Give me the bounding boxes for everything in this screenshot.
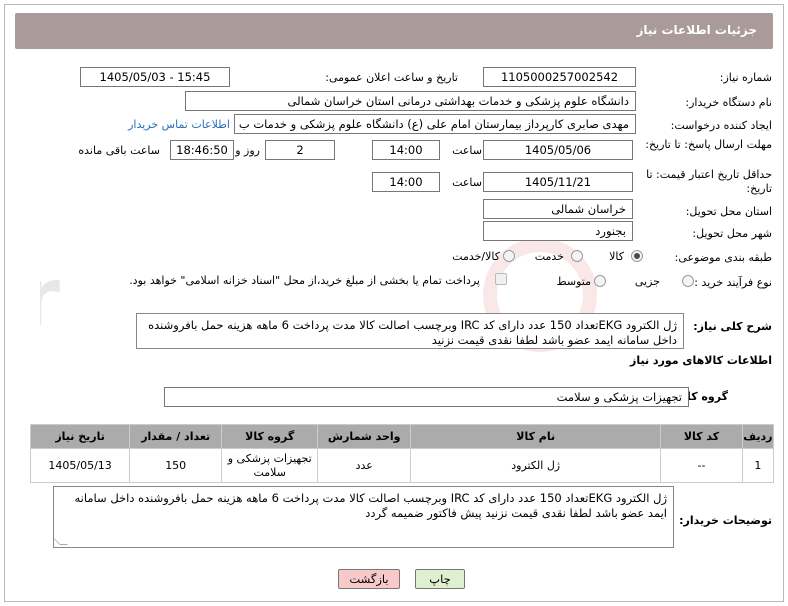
panel-header: جزئیات اطلاعات نیاز	[15, 13, 773, 49]
cell-qty: 150	[129, 448, 223, 483]
days-label: روز و	[235, 144, 260, 157]
process-option-medium: متوسط	[556, 275, 591, 288]
col-qty: تعداد / مقدار	[129, 424, 223, 449]
delivery-city-label: شهر محل تحویل:	[692, 227, 772, 240]
delivery-province-label: استان محل تحویل:	[685, 205, 772, 218]
process-option-minor: جزیی	[634, 275, 660, 288]
remaining-time: 18:46:50	[170, 140, 234, 160]
remaining-days: 2	[265, 140, 335, 160]
cell-name: ژل الکترود	[410, 448, 662, 483]
col-unit: واحد شمارش	[317, 424, 412, 449]
goods-section-title: اطلاعات کالاهای مورد نیاز	[630, 354, 772, 367]
buyer-org-field: دانشگاه علوم پزشکی و خدمات بهداشتی درمان…	[185, 91, 636, 111]
buyer-org-label: نام دستگاه خریدار:	[685, 96, 772, 109]
reply-deadline-time-label: ساعت	[452, 144, 482, 157]
col-date: تاریخ نیاز	[29, 424, 131, 449]
reply-deadline-date: 1405/05/06	[483, 140, 633, 160]
table-row: 1 -- ژل الکترود عدد تجهیزات پزشکی و سلام…	[29, 448, 775, 483]
treasury-payment-text: پرداخت تمام یا بخشی از مبلغ خرید،از محل …	[129, 274, 480, 287]
need-number-field: 1105000257002542	[483, 67, 636, 87]
col-name: نام کالا	[410, 424, 662, 449]
reply-deadline-time: 14:00	[372, 140, 440, 160]
price-validity-date: 1405/11/21	[483, 172, 633, 192]
cell-group: تجهیزات پزشکی و سلامت	[221, 448, 319, 483]
col-group: گروه کالا	[221, 424, 319, 449]
cell-date: 1405/05/13	[29, 448, 131, 483]
buyer-notes-text: ژل الکترود EKGتعداد 150 عدد دارای کد IRC…	[74, 491, 668, 520]
process-radio-minor[interactable]	[682, 275, 694, 287]
cell-code: --	[660, 448, 743, 483]
category-option-goods-service: کالا/خدمت	[452, 250, 500, 263]
purchase-process-label: نوع فرآیند خرید :	[694, 276, 772, 289]
general-desc-text: ژل الکترود EKGتعداد 150 عدد دارای کد IRC…	[148, 318, 677, 347]
col-code: کد کالا	[660, 424, 743, 449]
announce-datetime-field: 1405/05/03 - 15:45	[80, 67, 230, 87]
category-option-service: خدمت	[534, 250, 564, 263]
category-radio-goods-service[interactable]	[503, 250, 515, 262]
back-button[interactable]: بازگشت	[338, 569, 400, 589]
need-number-label: شماره نیاز:	[719, 71, 772, 84]
buyer-contact-link[interactable]: اطلاعات تماس خریدار	[128, 118, 230, 131]
process-radio-medium[interactable]	[594, 275, 606, 287]
reply-deadline-label: مهلت ارسال پاسخ: تا تاریخ:	[645, 138, 772, 151]
delivery-province-field: خراسان شمالی	[483, 199, 633, 219]
price-validity-time: 14:00	[372, 172, 440, 192]
category-label: طبقه بندی موضوعی:	[674, 251, 772, 264]
buyer-notes-label: توضیحات خریدار:	[679, 514, 772, 527]
category-radio-goods[interactable]	[631, 250, 643, 262]
col-row: ردیف	[741, 424, 775, 449]
cell-row: 1	[741, 448, 775, 483]
category-option-goods: کالا	[609, 250, 624, 263]
delivery-city-field: بجنورد	[483, 221, 633, 241]
goods-table-header: ردیف کد کالا نام کالا واحد شمارش گروه کا…	[29, 424, 775, 449]
cell-unit: عدد	[317, 448, 412, 483]
goods-group-field: تجهیزات پزشکی و سلامت	[164, 387, 689, 407]
requester-label: ایجاد کننده درخواست:	[670, 119, 772, 132]
print-button[interactable]: چاپ	[415, 569, 465, 589]
page-title: جزئیات اطلاعات نیاز	[636, 23, 757, 37]
remaining-label: ساعت باقی مانده	[78, 144, 160, 157]
requester-field: مهدی صابری کارپرداز بیمارستان امام علی (…	[234, 114, 636, 134]
general-desc-field: ژل الکترود EKGتعداد 150 عدد دارای کد IRC…	[136, 313, 684, 349]
treasury-payment-checkbox[interactable]	[495, 273, 507, 285]
goods-table: ردیف کد کالا نام کالا واحد شمارش گروه کا…	[29, 424, 775, 483]
price-validity-label: حداقل تاریخ اعتبار قیمت: تا تاریخ:	[646, 168, 772, 195]
buyer-notes-field: ژل الکترود EKGتعداد 150 عدد دارای کد IRC…	[53, 486, 674, 548]
announce-datetime-label: تاریخ و ساعت اعلان عمومی:	[325, 71, 458, 84]
category-radio-service[interactable]	[571, 250, 583, 262]
general-desc-label: شرح کلی نیاز:	[693, 320, 772, 333]
price-validity-time-label: ساعت	[452, 176, 482, 189]
resize-handle[interactable]	[54, 537, 68, 545]
